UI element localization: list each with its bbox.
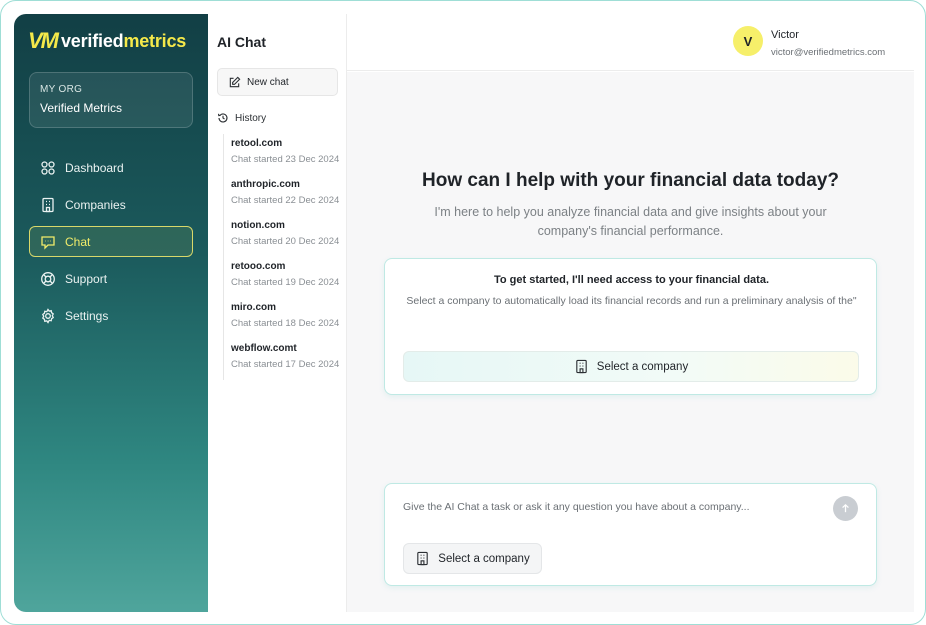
building-icon xyxy=(417,551,429,566)
history-item-date: Chat started 22 Dec 2024 xyxy=(231,195,340,206)
sidebar-item-label: Settings xyxy=(65,308,109,323)
sidebar-item-companies[interactable]: Companies xyxy=(29,189,193,220)
history-item[interactable]: miro.com Chat started 18 Dec 2024 xyxy=(231,298,343,339)
user-email: victor@verifiedmetrics.com xyxy=(771,47,886,58)
sidebar-item-chat[interactable]: Chat xyxy=(29,226,193,257)
org-label: MY ORG xyxy=(40,84,83,95)
chat-content: How can I help with your financial data … xyxy=(347,72,914,612)
select-company-button[interactable]: Select a company xyxy=(403,351,859,382)
history-item[interactable]: notion.com Chat started 20 Dec 2024 xyxy=(231,216,343,257)
avatar[interactable]: V xyxy=(733,26,763,56)
card-title: To get started, I'll need access to your… xyxy=(493,274,770,286)
org-switcher[interactable]: MY ORG Verified Metrics xyxy=(29,72,193,128)
gear-icon xyxy=(41,307,55,324)
send-button[interactable] xyxy=(833,496,858,521)
composer-select-company-button[interactable]: Select a company xyxy=(403,543,542,574)
sidebar-item-label: Companies xyxy=(65,197,126,212)
card-text: Select a company to automatically load i… xyxy=(406,295,857,307)
page-subtitle: I'm here to help you analyze financial d… xyxy=(434,205,827,238)
org-name: Verified Metrics xyxy=(40,101,123,115)
logo-text: verifiedmetrics xyxy=(61,31,186,52)
history-item[interactable]: webflow.comt Chat started 17 Dec 2024 xyxy=(231,339,343,380)
history-header: History xyxy=(217,112,266,124)
history-item-date: Chat started 17 Dec 2024 xyxy=(231,359,340,370)
app-window: VM verifiedmetrics MY ORG Verified Metri… xyxy=(0,0,926,625)
history-item-title: miro.com xyxy=(231,302,277,313)
brand-logo[interactable]: VM verifiedmetrics xyxy=(28,28,186,54)
main-area: V Victor victor@verifiedmetrics.com How … xyxy=(347,14,914,612)
sidebar: VM verifiedmetrics MY ORG Verified Metri… xyxy=(14,14,208,612)
history-item-date: Chat started 19 Dec 2024 xyxy=(231,277,340,288)
chat-composer: Select a company xyxy=(384,483,877,586)
get-started-card: To get started, I'll need access to your… xyxy=(384,258,877,395)
sidebar-item-label: Support xyxy=(65,271,108,286)
history-item-date: Chat started 20 Dec 2024 xyxy=(231,236,340,247)
panel-title: AI Chat xyxy=(217,34,266,50)
edit-icon xyxy=(229,76,241,87)
user-name: Victor xyxy=(771,29,799,41)
building-icon xyxy=(576,359,587,374)
sidebar-item-support[interactable]: Support xyxy=(29,263,193,294)
topbar: V Victor victor@verifiedmetrics.com xyxy=(347,14,914,71)
history-item[interactable]: retool.com Chat started 23 Dec 2024 xyxy=(231,134,343,175)
sidebar-item-label: Dashboard xyxy=(65,160,124,175)
lifebuoy-icon xyxy=(41,271,55,286)
new-chat-button[interactable]: New chat xyxy=(217,68,338,96)
history-item-title: anthropic.com xyxy=(231,179,300,190)
history-item-date: Chat started 18 Dec 2024 xyxy=(231,318,340,329)
logo-text-part2: metrics xyxy=(123,30,187,51)
sidebar-nav: Dashboard Companies Chat Support Setting… xyxy=(29,152,193,337)
logo-text-part1: verified xyxy=(61,30,124,51)
history-item[interactable]: anthropic.com Chat started 22 Dec 2024 xyxy=(231,175,343,216)
sidebar-item-label: Chat xyxy=(65,234,91,249)
chat-input[interactable] xyxy=(403,498,813,516)
chat-icon xyxy=(41,235,55,250)
history-item-title: retooo.com xyxy=(231,261,286,272)
chat-history-panel: AI Chat New chat History retool.com Chat… xyxy=(208,14,347,612)
history-item-title: notion.com xyxy=(231,220,285,231)
new-chat-label: New chat xyxy=(247,76,289,88)
logo-mark: VM xyxy=(28,28,59,53)
building-icon xyxy=(42,197,54,212)
history-item-date: Chat started 23 Dec 2024 xyxy=(231,154,340,165)
history-list: retool.com Chat started 23 Dec 2024 anth… xyxy=(223,134,343,380)
composer-select-label: Select a company xyxy=(438,552,530,565)
sidebar-item-settings[interactable]: Settings xyxy=(29,300,193,331)
history-item-title: retool.com xyxy=(231,138,283,149)
sidebar-item-dashboard[interactable]: Dashboard xyxy=(29,152,193,183)
history-label: History xyxy=(235,112,267,124)
select-company-label: Select a company xyxy=(596,360,689,373)
arrow-up-icon xyxy=(842,503,849,513)
history-icon xyxy=(217,113,228,123)
history-item-title: webflow.comt xyxy=(231,343,297,354)
history-item[interactable]: retooo.com Chat started 19 Dec 2024 xyxy=(231,257,343,298)
page-title: How can I help with your financial data … xyxy=(422,170,839,191)
grid-icon xyxy=(41,160,55,175)
